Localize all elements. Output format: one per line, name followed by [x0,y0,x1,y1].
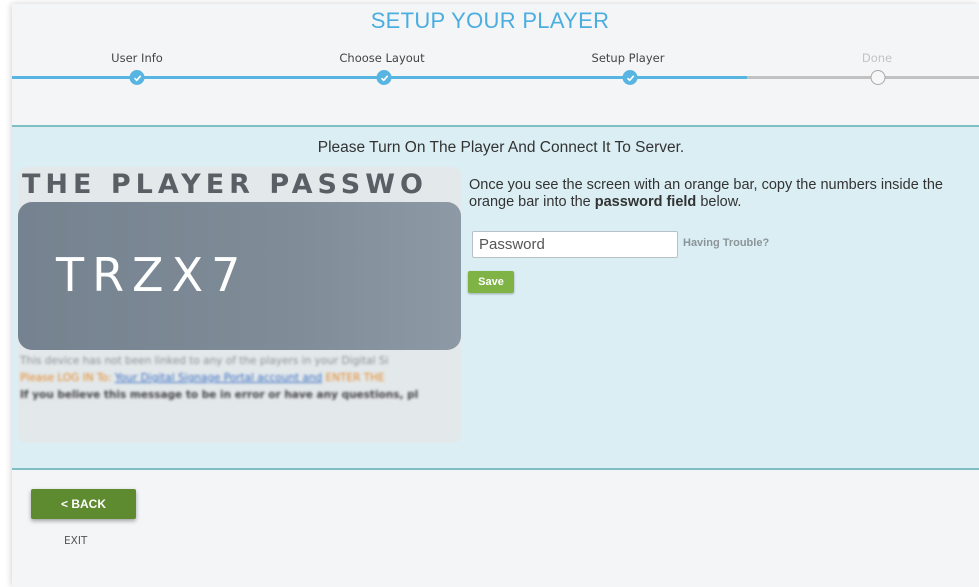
instructions-emphasis: password field [594,194,697,210]
instructions-text: Once you see the screen with an orange b… [469,177,969,211]
password-input[interactable] [472,231,678,258]
step-complete-check-icon [376,70,392,85]
step-label-setup-player: Setup Player [591,51,665,65]
preview-code-bar: TRZX7 [18,202,461,350]
panel-heading: Please Turn On The Player And Connect It… [317,139,685,156]
preview-code: TRZX7 [56,248,249,302]
preview-message-text: ENTER THE [322,372,385,384]
preview-message-link: Your Digital Signage Portal account and [114,372,323,384]
save-button[interactable]: Save [468,271,514,293]
preview-message-line: Please LOG IN To: Your Digital Signage P… [20,370,460,387]
preview-message-text: Please LOG IN To: [20,372,115,384]
back-button[interactable]: < BACK [31,489,136,519]
step-complete-check-icon [129,70,145,85]
page-title: SETUP YOUR PLAYER [370,8,610,33]
progress-track-remaining [747,76,979,79]
preview-heading: THE PLAYER PASSWO [22,169,428,200]
having-trouble-link[interactable]: Having Trouble? [683,237,769,249]
step-label-done: Done [861,51,893,65]
preview-message-line: This device has not been linked to any o… [20,355,389,367]
exit-link[interactable]: EXIT [64,535,87,547]
instructions-part: below. [696,194,742,210]
step-label-choose-layout: Choose Layout [339,51,425,65]
setup-panel: Please Turn On The Player And Connect It… [12,125,979,470]
step-complete-check-icon [622,70,638,85]
preview-message: This device has not been linked to any o… [20,353,460,404]
step-label-user-info: User Info [111,51,163,65]
preview-message-line: If you believe this message to be in err… [20,389,419,401]
step-pending-circle-icon [870,70,886,85]
player-screen-preview: THE PLAYER PASSWO TRZX7 This device has … [18,167,461,443]
